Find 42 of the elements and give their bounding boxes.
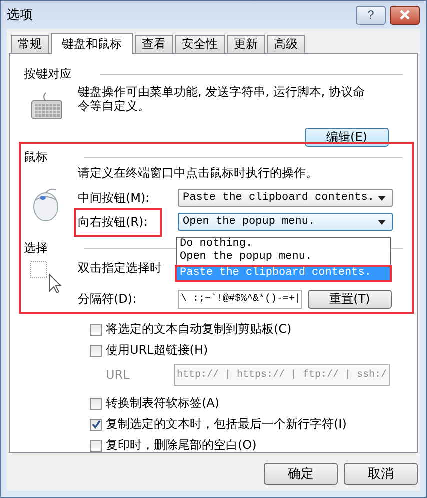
caret-icon (378, 220, 386, 224)
separator-field[interactable]: \ :;~`!@#$%^&*()-=+| (178, 290, 302, 308)
dropdown-option[interactable]: Open the popup menu. (177, 251, 390, 264)
action-dropdown[interactable]: Paste the clipboard contents. (178, 189, 393, 207)
tab[interactable]: 更新 (227, 35, 265, 53)
field-label: 中间按钮(M): (78, 190, 151, 206)
field-label: 向右按钮(R): (74, 208, 162, 236)
checkbox-label: 将选定的文本自动复制到剪贴板(C) (106, 321, 292, 338)
keyboard-icon (30, 91, 64, 121)
checkbox-label: 使用URL超链接(H) (106, 342, 208, 359)
section-heading: 按键对应 (24, 66, 72, 83)
tab[interactable]: 高级 (267, 35, 305, 53)
caret-icon (378, 196, 386, 200)
section-heading: 选择 (24, 240, 48, 257)
checkbox[interactable] (90, 440, 102, 452)
checkbox[interactable] (90, 344, 102, 356)
checkbox[interactable] (90, 418, 102, 430)
section-heading: 鼠标 (24, 149, 48, 166)
selection-cursor-icon (30, 261, 64, 293)
tab[interactable]: 常规 (11, 35, 49, 53)
field-label: URL (105, 368, 131, 382)
checkbox-label: 复印时，删除尾部的空白(O) (106, 437, 257, 454)
dialog-button[interactable]: 确定 (264, 463, 338, 485)
section-description: 请定义在终端窗口中点击鼠标时执行的操作。 (78, 166, 319, 180)
section-description: 双击指定选择时 (78, 261, 162, 275)
close-button[interactable] (390, 6, 420, 24)
checkbox[interactable] (90, 324, 102, 336)
checkbox-label: 转换制表符软标签(A) (106, 395, 220, 412)
field-label: 分隔符(D): (78, 290, 138, 308)
tab[interactable]: 键盘和鼠标 (51, 33, 133, 54)
help-button[interactable]: ? (356, 6, 386, 24)
checkbox[interactable] (90, 398, 102, 410)
close-icon (399, 10, 411, 20)
window-title: 选项 (7, 7, 34, 24)
dropdown-option[interactable]: Do nothing. (177, 238, 390, 251)
dialog-button[interactable]: 取消 (344, 463, 418, 485)
section-description: 键盘操作可由菜单功能, 发送字符串, 运行脚本, 协议命令等自定义。 (78, 85, 366, 115)
reset-button[interactable]: 重置(T) (308, 290, 392, 308)
tab[interactable]: 查看 (135, 35, 173, 53)
checkbox-label: 复制选定的文本时，包括最后一个新行字符(I) (106, 416, 347, 433)
action-dropdown[interactable]: Open the popup menu. (178, 213, 393, 231)
tab[interactable]: 安全性 (175, 35, 225, 53)
